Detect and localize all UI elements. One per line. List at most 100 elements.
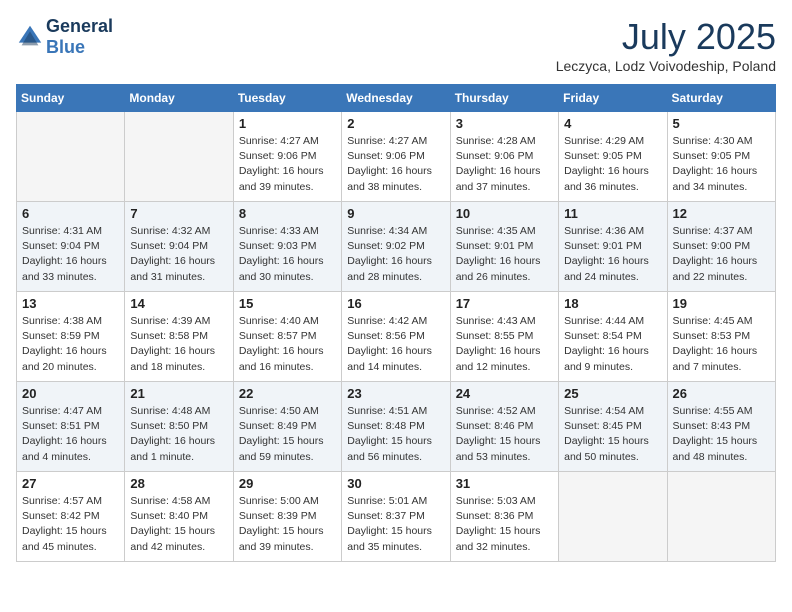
day-info: Sunrise: 4:29 AM Sunset: 9:05 PM Dayligh…: [564, 134, 661, 195]
day-info: Sunrise: 4:28 AM Sunset: 9:06 PM Dayligh…: [456, 134, 553, 195]
calendar-cell: 19Sunrise: 4:45 AM Sunset: 8:53 PM Dayli…: [667, 292, 775, 382]
day-info: Sunrise: 4:35 AM Sunset: 9:01 PM Dayligh…: [456, 224, 553, 285]
day-number: 24: [456, 386, 553, 401]
day-number: 26: [673, 386, 770, 401]
day-info: Sunrise: 4:50 AM Sunset: 8:49 PM Dayligh…: [239, 404, 336, 465]
calendar-cell: 29 Sunrise: 5:00 AM Sunset: 8:39 PM Dayli…: [233, 472, 341, 562]
weekday-saturday: Saturday: [667, 85, 775, 112]
calendar-cell: 9 Sunrise: 4:34 AM Sunset: 9:02 PM Daylig…: [342, 202, 450, 292]
calendar-cell: 8 Sunrise: 4:33 AM Sunset: 9:03 PM Daylig…: [233, 202, 341, 292]
day-info: Sunrise: 5:00 AM Sunset: 8:39 PM Dayligh…: [239, 494, 336, 555]
day-number: 11: [564, 206, 661, 221]
calendar-cell: 10 Sunrise: 4:35 AM Sunset: 9:01 PM Dayli…: [450, 202, 558, 292]
day-number: 22: [239, 386, 336, 401]
day-number: 5: [673, 116, 770, 131]
day-number: 9: [347, 206, 444, 221]
day-info: Sunrise: 5:01 AM Sunset: 8:37 PM Dayligh…: [347, 494, 444, 555]
calendar-cell: [17, 112, 125, 202]
day-info: Sunrise: 5:03 AM Sunset: 8:36 PM Dayligh…: [456, 494, 553, 555]
calendar-cell: 22 Sunrise: 4:50 AM Sunset: 8:49 PM Dayli…: [233, 382, 341, 472]
day-info: Sunrise: 4:39 AM Sunset: 8:58 PM Dayligh…: [130, 314, 227, 375]
calendar-cell: 1 Sunrise: 4:27 AM Sunset: 9:06 PM Daylig…: [233, 112, 341, 202]
day-number: 29: [239, 476, 336, 491]
calendar-cell: 17 Sunrise: 4:43 AM Sunset: 8:55 PM Dayli…: [450, 292, 558, 382]
day-info: Sunrise: 4:38 AM Sunset: 8:59 PM Dayligh…: [22, 314, 119, 375]
day-number: 15: [239, 296, 336, 311]
week-row-1: 1 Sunrise: 4:27 AM Sunset: 9:06 PM Daylig…: [17, 112, 776, 202]
weekday-header-row: SundayMondayTuesdayWednesdayThursdayFrid…: [17, 85, 776, 112]
weekday-monday: Monday: [125, 85, 233, 112]
calendar-cell: 11Sunrise: 4:36 AM Sunset: 9:01 PM Dayli…: [559, 202, 667, 292]
calendar-cell: 31 Sunrise: 5:03 AM Sunset: 8:36 PM Dayli…: [450, 472, 558, 562]
location-title: Leczyca, Lodz Voivodeship, Poland: [556, 58, 776, 74]
calendar-cell: 6Sunrise: 4:31 AM Sunset: 9:04 PM Daylig…: [17, 202, 125, 292]
weekday-tuesday: Tuesday: [233, 85, 341, 112]
day-info: Sunrise: 4:33 AM Sunset: 9:03 PM Dayligh…: [239, 224, 336, 285]
calendar-cell: 5 Sunrise: 4:30 AM Sunset: 9:05 PM Daylig…: [667, 112, 775, 202]
logo: General Blue: [16, 16, 113, 57]
weekday-thursday: Thursday: [450, 85, 558, 112]
day-number: 1: [239, 116, 336, 131]
calendar-cell: 24 Sunrise: 4:52 AM Sunset: 8:46 PM Dayli…: [450, 382, 558, 472]
week-row-4: 20 Sunrise: 4:47 AM Sunset: 8:51 PM Dayli…: [17, 382, 776, 472]
day-info: Sunrise: 4:27 AM Sunset: 9:06 PM Dayligh…: [347, 134, 444, 195]
calendar-cell: 26 Sunrise: 4:55 AM Sunset: 8:43 PM Dayli…: [667, 382, 775, 472]
day-info: Sunrise: 4:27 AM Sunset: 9:06 PM Dayligh…: [239, 134, 336, 195]
day-number: 21: [130, 386, 227, 401]
calendar-cell: 12 Sunrise: 4:37 AM Sunset: 9:00 PM Dayli…: [667, 202, 775, 292]
month-title: July 2025: [556, 16, 776, 58]
day-number: 8: [239, 206, 336, 221]
calendar-cell: [125, 112, 233, 202]
calendar-cell: [559, 472, 667, 562]
day-number: 18: [564, 296, 661, 311]
day-info: Sunrise: 4:37 AM Sunset: 9:00 PM Dayligh…: [673, 224, 770, 285]
day-number: 20: [22, 386, 119, 401]
day-info: Sunrise: 4:54 AM Sunset: 8:45 PM Dayligh…: [564, 404, 661, 465]
calendar-cell: 21 Sunrise: 4:48 AM Sunset: 8:50 PM Dayli…: [125, 382, 233, 472]
calendar-cell: 4Sunrise: 4:29 AM Sunset: 9:05 PM Daylig…: [559, 112, 667, 202]
calendar-cell: 16 Sunrise: 4:42 AM Sunset: 8:56 PM Dayli…: [342, 292, 450, 382]
day-info: Sunrise: 4:43 AM Sunset: 8:55 PM Dayligh…: [456, 314, 553, 375]
day-number: 28: [130, 476, 227, 491]
day-number: 31: [456, 476, 553, 491]
calendar-cell: 18Sunrise: 4:44 AM Sunset: 8:54 PM Dayli…: [559, 292, 667, 382]
day-number: 7: [130, 206, 227, 221]
week-row-2: 6Sunrise: 4:31 AM Sunset: 9:04 PM Daylig…: [17, 202, 776, 292]
calendar-cell: 13 Sunrise: 4:38 AM Sunset: 8:59 PM Dayli…: [17, 292, 125, 382]
day-number: 14: [130, 296, 227, 311]
day-info: Sunrise: 4:40 AM Sunset: 8:57 PM Dayligh…: [239, 314, 336, 375]
weekday-wednesday: Wednesday: [342, 85, 450, 112]
day-info: Sunrise: 4:45 AM Sunset: 8:53 PM Dayligh…: [673, 314, 770, 375]
day-number: 13: [22, 296, 119, 311]
day-info: Sunrise: 4:52 AM Sunset: 8:46 PM Dayligh…: [456, 404, 553, 465]
day-info: Sunrise: 4:58 AM Sunset: 8:40 PM Dayligh…: [130, 494, 227, 555]
day-info: Sunrise: 4:42 AM Sunset: 8:56 PM Dayligh…: [347, 314, 444, 375]
day-info: Sunrise: 4:57 AM Sunset: 8:42 PM Dayligh…: [22, 494, 119, 555]
day-number: 27: [22, 476, 119, 491]
day-info: Sunrise: 4:34 AM Sunset: 9:02 PM Dayligh…: [347, 224, 444, 285]
calendar-cell: 14 Sunrise: 4:39 AM Sunset: 8:58 PM Dayli…: [125, 292, 233, 382]
day-number: 3: [456, 116, 553, 131]
day-info: Sunrise: 4:32 AM Sunset: 9:04 PM Dayligh…: [130, 224, 227, 285]
calendar-cell: 3 Sunrise: 4:28 AM Sunset: 9:06 PM Daylig…: [450, 112, 558, 202]
weekday-friday: Friday: [559, 85, 667, 112]
day-number: 30: [347, 476, 444, 491]
calendar-cell: 25Sunrise: 4:54 AM Sunset: 8:45 PM Dayli…: [559, 382, 667, 472]
calendar-cell: 28 Sunrise: 4:58 AM Sunset: 8:40 PM Dayli…: [125, 472, 233, 562]
calendar-cell: 30 Sunrise: 5:01 AM Sunset: 8:37 PM Dayli…: [342, 472, 450, 562]
day-number: 16: [347, 296, 444, 311]
day-info: Sunrise: 4:47 AM Sunset: 8:51 PM Dayligh…: [22, 404, 119, 465]
calendar-cell: [667, 472, 775, 562]
calendar-cell: 27 Sunrise: 4:57 AM Sunset: 8:42 PM Dayli…: [17, 472, 125, 562]
week-row-3: 13 Sunrise: 4:38 AM Sunset: 8:59 PM Dayli…: [17, 292, 776, 382]
week-row-5: 27 Sunrise: 4:57 AM Sunset: 8:42 PM Dayli…: [17, 472, 776, 562]
day-number: 2: [347, 116, 444, 131]
title-block: July 2025 Leczyca, Lodz Voivodeship, Pol…: [556, 16, 776, 74]
weekday-sunday: Sunday: [17, 85, 125, 112]
day-number: 10: [456, 206, 553, 221]
day-info: Sunrise: 4:48 AM Sunset: 8:50 PM Dayligh…: [130, 404, 227, 465]
day-number: 12: [673, 206, 770, 221]
day-info: Sunrise: 4:30 AM Sunset: 9:05 PM Dayligh…: [673, 134, 770, 195]
day-number: 17: [456, 296, 553, 311]
day-info: Sunrise: 4:55 AM Sunset: 8:43 PM Dayligh…: [673, 404, 770, 465]
